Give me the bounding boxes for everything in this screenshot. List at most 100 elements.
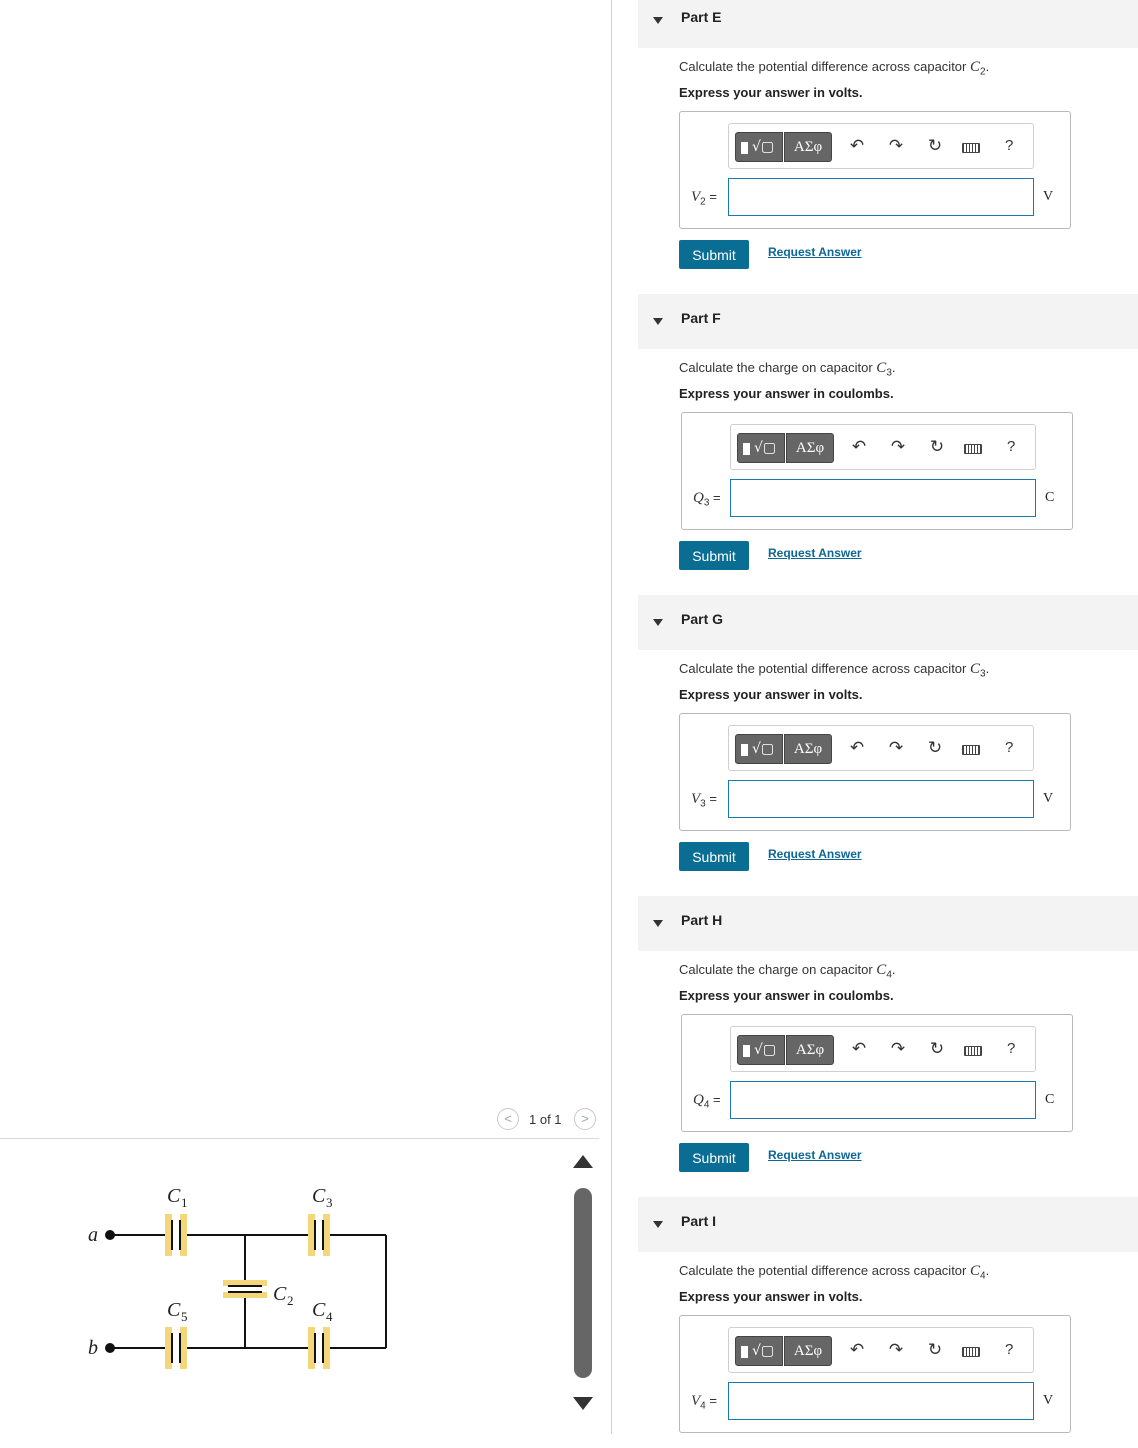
- capacitor-c1: [165, 1214, 187, 1256]
- greek-symbols-button[interactable]: ΑΣφ: [786, 433, 834, 463]
- collapse-triangle-icon[interactable]: [653, 619, 663, 626]
- sqrt-template-icon: √▢: [752, 741, 775, 757]
- part-header[interactable]: Part F: [638, 294, 1138, 349]
- answer-variable: V: [691, 189, 701, 205]
- collapse-triangle-icon[interactable]: [653, 1221, 663, 1228]
- question-text: Calculate the charge on capacitor C3.: [679, 360, 896, 379]
- prev-page-button[interactable]: <: [497, 1108, 519, 1130]
- question-prefix: Calculate the charge on capacitor: [679, 962, 877, 977]
- collapse-triangle-icon[interactable]: [653, 17, 663, 24]
- cursor-block-icon: [743, 1045, 750, 1057]
- prev-page-icon: <: [504, 1111, 512, 1126]
- answer-input[interactable]: [728, 178, 1034, 216]
- question-prefix: Calculate the charge on capacitor: [679, 360, 877, 375]
- help-button[interactable]: ?: [1005, 737, 1013, 759]
- collapse-triangle-icon[interactable]: [653, 318, 663, 325]
- answer-variable: V: [691, 1393, 701, 1409]
- c2-subscript: 2: [287, 1293, 294, 1308]
- submit-button[interactable]: Submit: [679, 1143, 749, 1172]
- part-title: Part F: [681, 310, 721, 326]
- equals-sign: =: [705, 791, 717, 806]
- greek-symbols-button[interactable]: ΑΣφ: [784, 132, 832, 162]
- c1-label: C: [167, 1185, 181, 1207]
- undo-icon[interactable]: ↶: [846, 135, 868, 157]
- request-answer-link[interactable]: Request Answer: [768, 1148, 862, 1162]
- math-toolbar: √▢ ΑΣφ ↶ ↷ ↻ ?: [730, 424, 1036, 470]
- reset-icon[interactable]: ↻: [926, 436, 948, 458]
- submit-button[interactable]: Submit: [679, 842, 749, 871]
- templates-button[interactable]: √▢: [735, 132, 783, 162]
- greek-symbols-button[interactable]: ΑΣφ: [784, 734, 832, 764]
- part-header[interactable]: Part I: [638, 1197, 1138, 1252]
- c4-subscript: 4: [326, 1309, 333, 1324]
- help-button[interactable]: ?: [1007, 436, 1015, 458]
- collapse-triangle-icon[interactable]: [653, 920, 663, 927]
- reset-icon[interactable]: ↻: [924, 737, 946, 759]
- next-page-button[interactable]: >: [574, 1108, 596, 1130]
- answer-input[interactable]: [728, 1382, 1034, 1420]
- help-button[interactable]: ?: [1007, 1038, 1015, 1060]
- part-header[interactable]: Part G: [638, 595, 1138, 650]
- greek-symbols-button[interactable]: ΑΣφ: [786, 1035, 834, 1065]
- redo-icon[interactable]: ↷: [885, 135, 907, 157]
- keyboard-icon[interactable]: [964, 1046, 982, 1056]
- answer-instructions: Express your answer in coulombs.: [679, 386, 894, 401]
- equals-sign: =: [705, 1393, 717, 1408]
- templates-button[interactable]: √▢: [737, 1035, 785, 1065]
- answer-variable-label: V4 =: [691, 1393, 717, 1412]
- redo-icon[interactable]: ↷: [887, 436, 909, 458]
- keyboard-icon[interactable]: [962, 745, 980, 755]
- answer-unit: V: [1043, 1393, 1054, 1408]
- templates-button[interactable]: √▢: [735, 734, 783, 764]
- request-answer-link[interactable]: Request Answer: [768, 847, 862, 861]
- part-title: Part G: [681, 611, 724, 627]
- answer-box: √▢ ΑΣφ ↶ ↷ ↻ ? Q3 = C: [681, 412, 1073, 530]
- answer-unit: V: [1043, 791, 1054, 806]
- answer-input[interactable]: [730, 479, 1036, 517]
- part-header[interactable]: Part H: [638, 896, 1138, 951]
- keyboard-icon[interactable]: [962, 1347, 980, 1357]
- keyboard-icon[interactable]: [964, 444, 982, 454]
- question-prefix: Calculate the potential difference acros…: [679, 1263, 970, 1278]
- reset-icon[interactable]: ↻: [924, 135, 946, 157]
- request-answer-link[interactable]: Request Answer: [768, 546, 862, 560]
- part-header[interactable]: Part E: [638, 0, 1138, 48]
- request-answer-link[interactable]: Request Answer: [768, 245, 862, 259]
- answer-instructions: Express your answer in volts.: [679, 85, 863, 100]
- answer-variable-label: Q4 =: [693, 1092, 721, 1111]
- templates-button[interactable]: √▢: [737, 433, 785, 463]
- submit-button[interactable]: Submit: [679, 541, 749, 570]
- terminal-b-label: b: [88, 1337, 98, 1359]
- reset-icon[interactable]: ↻: [926, 1038, 948, 1060]
- reset-icon[interactable]: ↻: [924, 1339, 946, 1361]
- templates-button[interactable]: √▢: [735, 1336, 783, 1366]
- scroll-down-arrow-icon[interactable]: [573, 1397, 593, 1410]
- answer-input[interactable]: [730, 1081, 1036, 1119]
- cursor-block-icon: [741, 1346, 748, 1358]
- help-button[interactable]: ?: [1005, 135, 1013, 157]
- question-text: Calculate the charge on capacitor C4.: [679, 962, 896, 981]
- answer-variable-label: V2 =: [691, 189, 717, 208]
- undo-icon[interactable]: ↶: [848, 436, 870, 458]
- question-variable: C: [969, 1263, 980, 1279]
- c4-label: C: [312, 1299, 326, 1321]
- undo-icon[interactable]: ↶: [848, 1038, 870, 1060]
- help-button[interactable]: ?: [1005, 1339, 1013, 1361]
- redo-icon[interactable]: ↷: [885, 1339, 907, 1361]
- undo-icon[interactable]: ↶: [846, 1339, 868, 1361]
- keyboard-icon[interactable]: [962, 143, 980, 153]
- undo-icon[interactable]: ↶: [846, 737, 868, 759]
- redo-icon[interactable]: ↷: [887, 1038, 909, 1060]
- answer-unit: C: [1045, 1092, 1055, 1107]
- submit-button[interactable]: Submit: [679, 240, 749, 269]
- terminal-b-dot: [105, 1343, 115, 1353]
- sqrt-template-icon: √▢: [752, 139, 775, 155]
- greek-symbols-button[interactable]: ΑΣφ: [784, 1336, 832, 1366]
- question-suffix: .: [891, 360, 896, 375]
- answer-variable: V: [691, 791, 701, 807]
- answer-input[interactable]: [728, 780, 1034, 818]
- redo-icon[interactable]: ↷: [885, 737, 907, 759]
- question-prefix: Calculate the potential difference acros…: [679, 661, 970, 676]
- c1-subscript: 1: [181, 1195, 188, 1210]
- c5-subscript: 5: [181, 1309, 188, 1324]
